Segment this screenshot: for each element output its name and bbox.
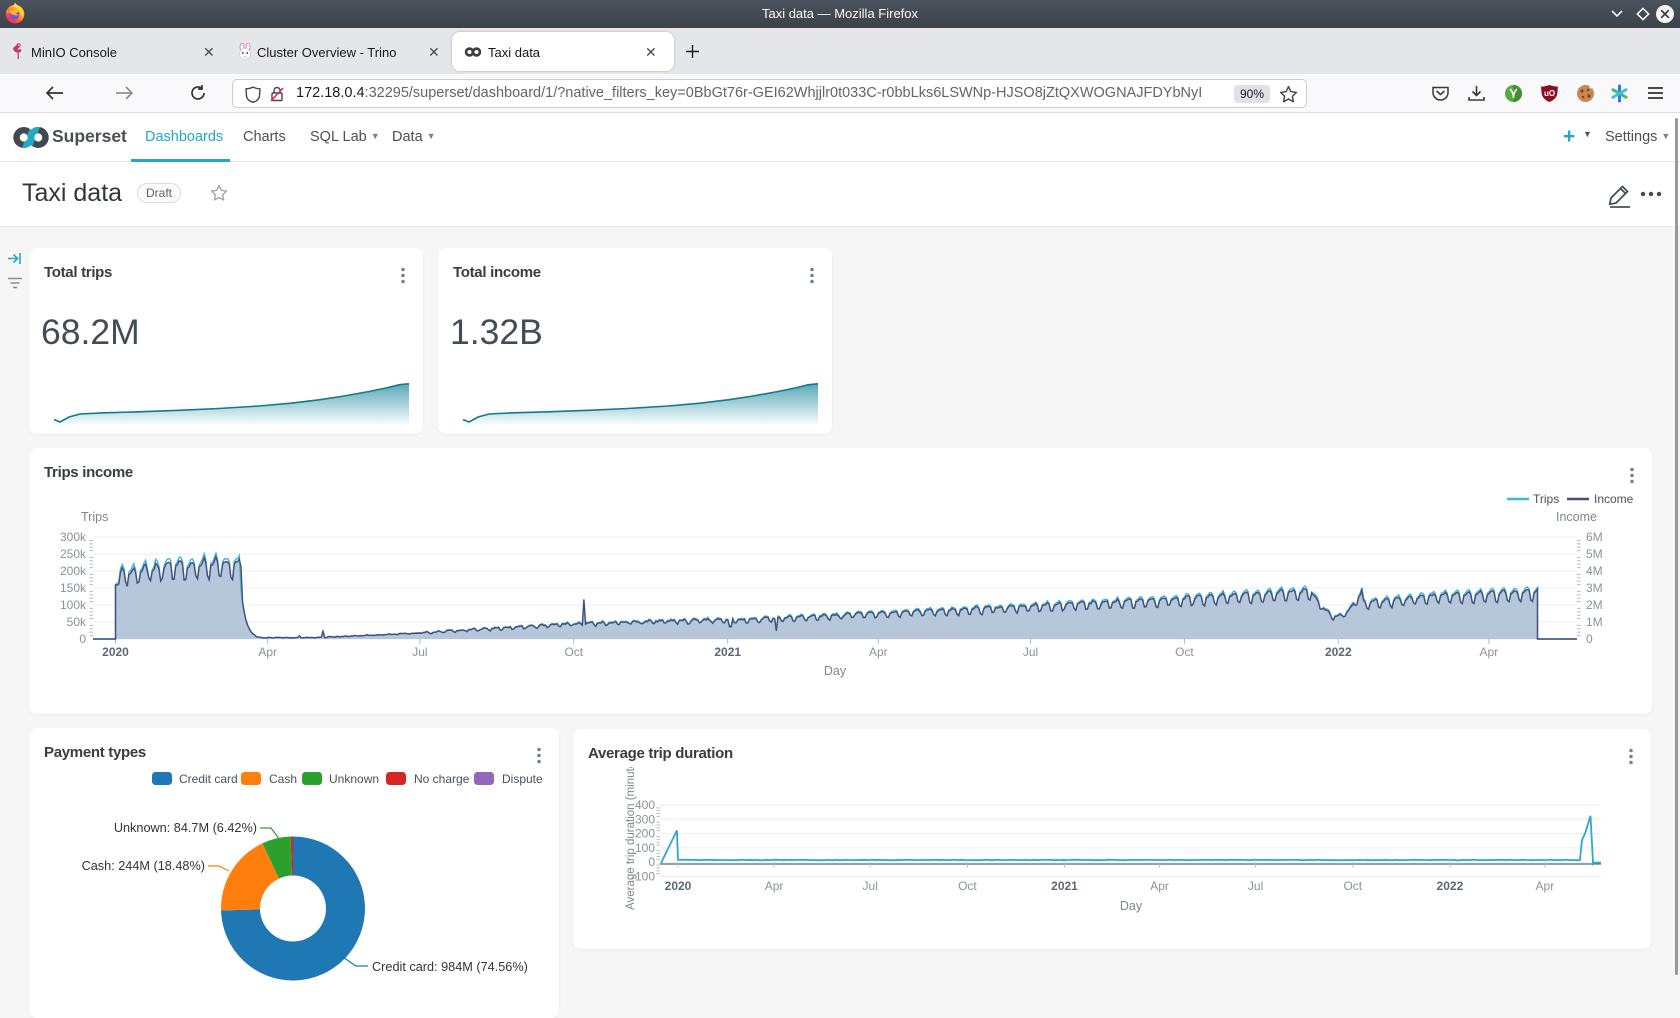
- svg-text:2021: 2021: [1051, 879, 1078, 893]
- svg-text:-100: -100: [631, 870, 655, 884]
- svg-text:150k: 150k: [60, 581, 87, 595]
- svg-text:6M: 6M: [1586, 530, 1603, 544]
- svg-text:50k: 50k: [67, 615, 87, 629]
- svg-text:0: 0: [79, 632, 86, 646]
- svg-text:0: 0: [1586, 632, 1593, 646]
- svg-text:2020: 2020: [102, 645, 129, 659]
- svg-text:1M: 1M: [1586, 615, 1603, 629]
- svg-text:Jul: Jul: [1248, 879, 1263, 893]
- svg-text:0: 0: [648, 855, 655, 869]
- svg-text:2M: 2M: [1586, 598, 1603, 612]
- svg-text:Jul: Jul: [1023, 645, 1038, 659]
- svg-text:Apr: Apr: [869, 645, 888, 659]
- svg-text:Day: Day: [824, 664, 847, 678]
- svg-text:200k: 200k: [60, 564, 87, 578]
- svg-text:Income: Income: [1594, 492, 1634, 506]
- svg-text:uO: uO: [1544, 89, 1555, 98]
- svg-text:Apr: Apr: [1150, 879, 1169, 893]
- svg-text:5M: 5M: [1586, 547, 1603, 561]
- svg-text:300k: 300k: [60, 530, 87, 544]
- svg-text:Cash: Cash: [269, 772, 297, 786]
- svg-text:Credit card: 984M (74.56%): Credit card: 984M (74.56%): [372, 960, 528, 974]
- svg-text:Trips: Trips: [1533, 492, 1559, 506]
- svg-text:Income: Income: [1556, 510, 1597, 524]
- svg-text:Trips: Trips: [81, 510, 108, 524]
- svg-text:2020: 2020: [665, 879, 692, 893]
- svg-text:Apr: Apr: [1480, 645, 1499, 659]
- svg-text:Dispute: Dispute: [502, 772, 543, 786]
- svg-text:100: 100: [635, 841, 655, 855]
- svg-text:Day: Day: [1120, 899, 1143, 913]
- svg-text:Credit card: Credit card: [179, 772, 238, 786]
- svg-text:Apr: Apr: [1536, 879, 1555, 893]
- svg-text:2022: 2022: [1437, 879, 1464, 893]
- svg-text:Oct: Oct: [958, 879, 977, 893]
- svg-text:No charge: No charge: [414, 772, 470, 786]
- svg-text:4M: 4M: [1586, 564, 1603, 578]
- svg-text:2021: 2021: [714, 645, 741, 659]
- svg-text:250k: 250k: [60, 547, 87, 561]
- svg-text:3M: 3M: [1586, 581, 1603, 595]
- svg-text:Apr: Apr: [765, 879, 784, 893]
- svg-text:400: 400: [635, 798, 655, 812]
- svg-text:100k: 100k: [60, 598, 87, 612]
- svg-text:Oct: Oct: [564, 645, 583, 659]
- svg-text:Unknown: Unknown: [329, 772, 379, 786]
- svg-text:Unknown: 84.7M (6.42%): Unknown: 84.7M (6.42%): [114, 821, 257, 835]
- svg-text:Oct: Oct: [1343, 879, 1362, 893]
- svg-text:Jul: Jul: [863, 879, 878, 893]
- svg-text:2022: 2022: [1325, 645, 1352, 659]
- svg-text:Cash: 244M (18.48%): Cash: 244M (18.48%): [82, 859, 205, 873]
- svg-text:200: 200: [635, 827, 655, 841]
- svg-text:Oct: Oct: [1175, 645, 1194, 659]
- svg-text:Jul: Jul: [412, 645, 427, 659]
- svg-text:300: 300: [635, 812, 655, 826]
- svg-text:Apr: Apr: [258, 645, 277, 659]
